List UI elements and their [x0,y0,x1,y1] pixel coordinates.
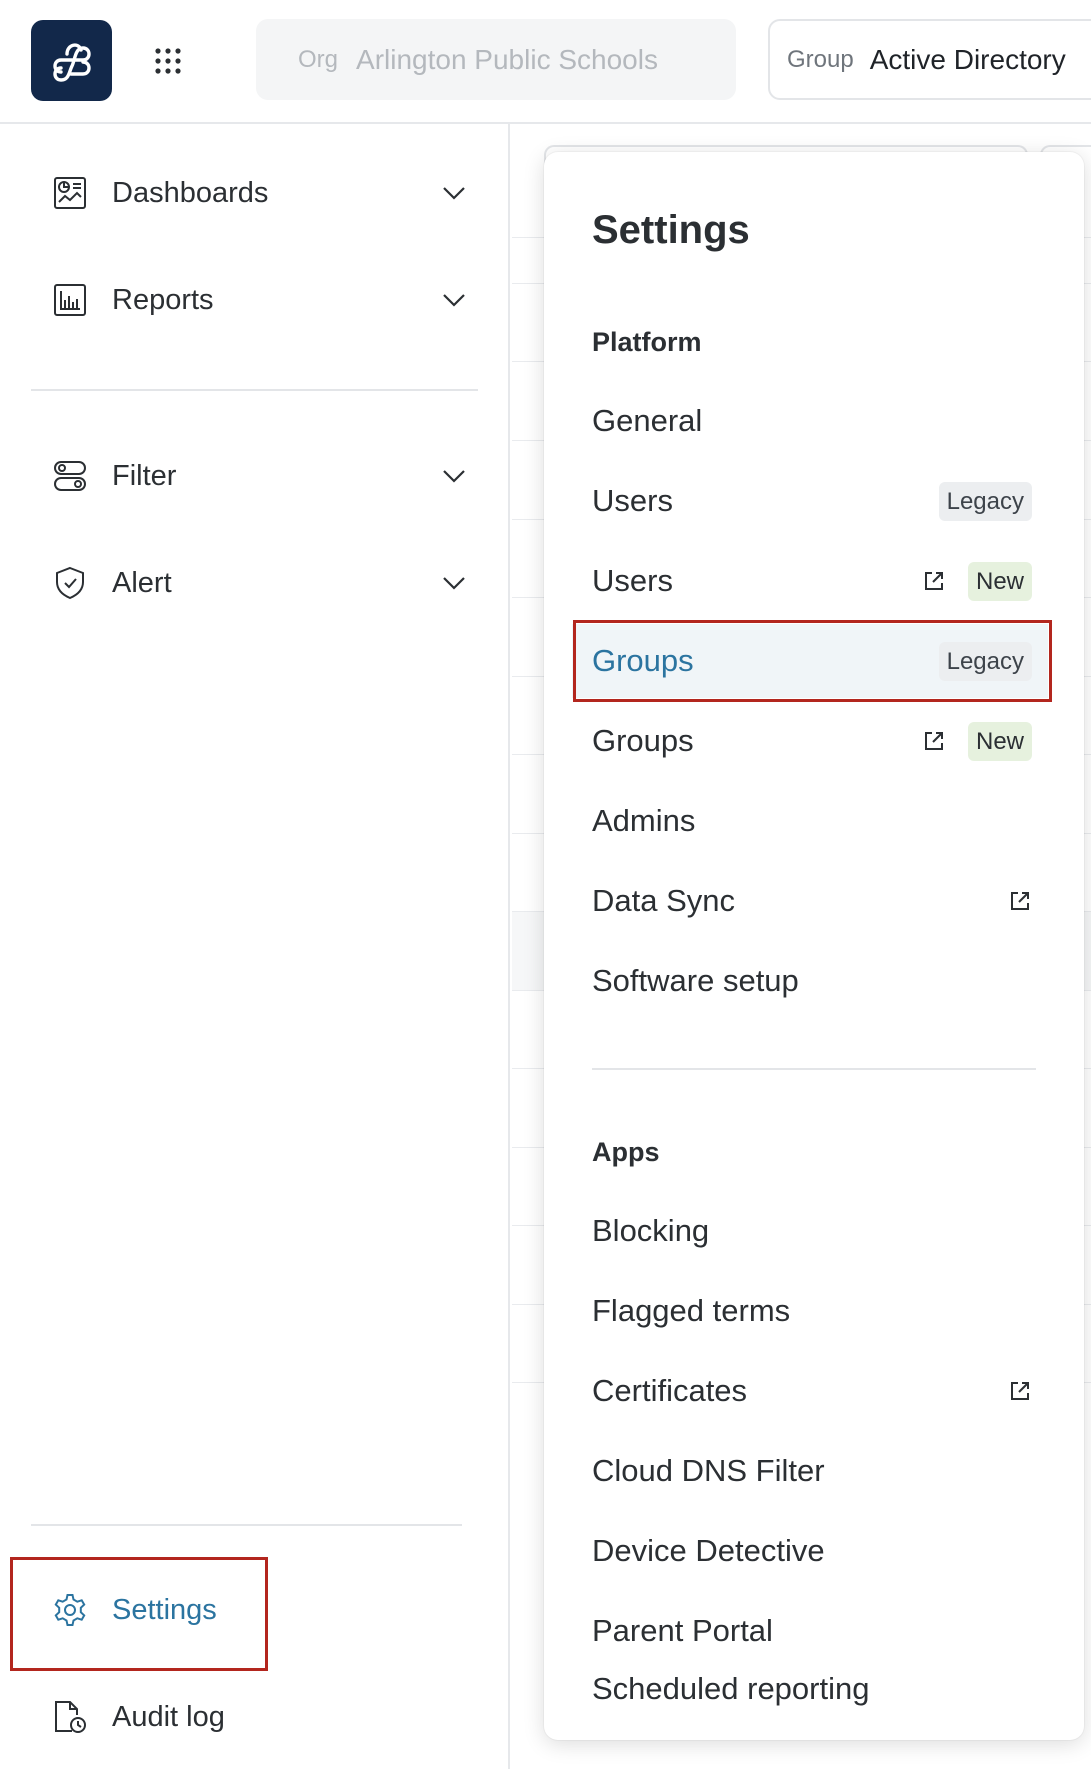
external-link-icon [924,732,943,750]
sidebar-item-settings[interactable]: Settings [52,1580,472,1640]
sidebar-item-audit-log[interactable]: Audit log [52,1687,472,1747]
section-heading-apps: Apps [592,1137,660,1167]
menu-item-groups-legacy[interactable]: Groups Legacy [572,624,1048,698]
sidebar-divider [31,389,478,391]
bar-chart-icon [52,282,88,318]
org-value: Arlington Public Schools [356,43,658,75]
grid-dots-icon [155,48,181,74]
menu-item-label: Groups [592,723,694,758]
sidebar-item-label: Audit log [112,1700,225,1733]
toggle-filter-icon [52,458,88,494]
menu-item-label: Software setup [592,963,799,998]
menu-item-label: Users [592,483,673,518]
section-heading-platform: Platform [592,327,702,357]
menu-item-label: Groups [592,643,694,678]
app-launcher-button[interactable] [150,43,186,79]
external-link-icon [924,572,943,590]
menu-item-software-setup[interactable]: Software setup [572,944,1048,1018]
sidebar-item-label: Reports [112,283,214,316]
menu-item-cloud-dns-filter[interactable]: Cloud DNS Filter [572,1434,1048,1508]
new-badge: New [967,561,1032,601]
settings-menu-divider [592,1068,1036,1070]
infinity-loop-logo-icon [52,42,91,82]
sidebar-item-label: Settings [112,1593,217,1626]
settings-menu-panel: Settings Platform General Users Legacy U… [544,152,1084,1740]
menu-item-label: General [592,403,703,438]
dashboard-icon [52,175,88,211]
gear-icon [52,1592,88,1628]
menu-item-scheduled-reporting[interactable]: Scheduled reporting [572,1652,1048,1726]
org-label: Org [298,45,339,73]
chevron-down-icon [443,294,465,307]
menu-item-label: Blocking [592,1213,710,1248]
menu-item-flagged-terms[interactable]: Flagged terms [572,1274,1048,1348]
menu-item-blocking[interactable]: Blocking [572,1194,1048,1268]
menu-item-label: Device Detective [592,1533,825,1568]
menu-item-label: Parent Portal [592,1613,773,1648]
menu-item-certificates[interactable]: Certificates [572,1354,1048,1428]
menu-item-users-legacy[interactable]: Users Legacy [572,464,1048,538]
menu-item-label: Cloud DNS Filter [592,1453,825,1488]
menu-item-admins[interactable]: Admins [572,784,1048,858]
menu-item-label: Certificates [592,1373,748,1408]
menu-item-label: Users [592,563,673,598]
sidebar-item-dashboards[interactable]: Dashboards [52,163,472,223]
sidebar-item-label: Dashboards [112,176,269,209]
group-selector[interactable]: Group Active Directory [768,19,1091,100]
menu-item-groups-new[interactable]: Groups New [572,704,1048,778]
chevron-down-icon [443,187,465,200]
menu-item-device-detective[interactable]: Device Detective [572,1514,1048,1588]
menu-item-label: Data Sync [592,883,736,918]
legacy-badge: Legacy [938,641,1032,681]
settings-menu-title: Settings [592,208,750,252]
new-badge: New [967,721,1032,761]
chevron-down-icon [443,470,465,483]
sidebar-item-filter[interactable]: Filter [52,446,472,506]
group-value: Active Directory [869,43,1066,75]
menu-item-label: Admins [592,803,696,838]
chevron-down-icon [443,577,465,590]
top-bar: Org Arlington Public Schools Group Activ… [0,0,1091,124]
menu-item-label: Flagged terms [592,1293,791,1328]
sidebar: Dashboards Reports Filter Alert Settings… [0,124,510,1769]
menu-item-data-sync[interactable]: Data Sync [572,864,1048,938]
document-clock-icon [52,1699,88,1735]
shield-check-icon [52,565,88,601]
sidebar-item-label: Filter [112,459,177,492]
external-link-icon [1011,892,1029,910]
external-link-icon [1011,1382,1029,1400]
menu-item-label: Scheduled reporting [592,1671,870,1706]
sidebar-item-alert[interactable]: Alert [52,553,472,613]
sidebar-bottom-divider [31,1524,462,1526]
legacy-badge: Legacy [938,481,1032,521]
group-label: Group [787,45,854,73]
org-selector[interactable]: Org Arlington Public Schools [256,19,736,100]
sidebar-item-reports[interactable]: Reports [52,270,472,330]
menu-item-general[interactable]: General [572,384,1048,458]
app-logo[interactable] [31,20,112,101]
menu-item-users-new[interactable]: Users New [572,544,1048,618]
sidebar-item-label: Alert [112,566,172,599]
